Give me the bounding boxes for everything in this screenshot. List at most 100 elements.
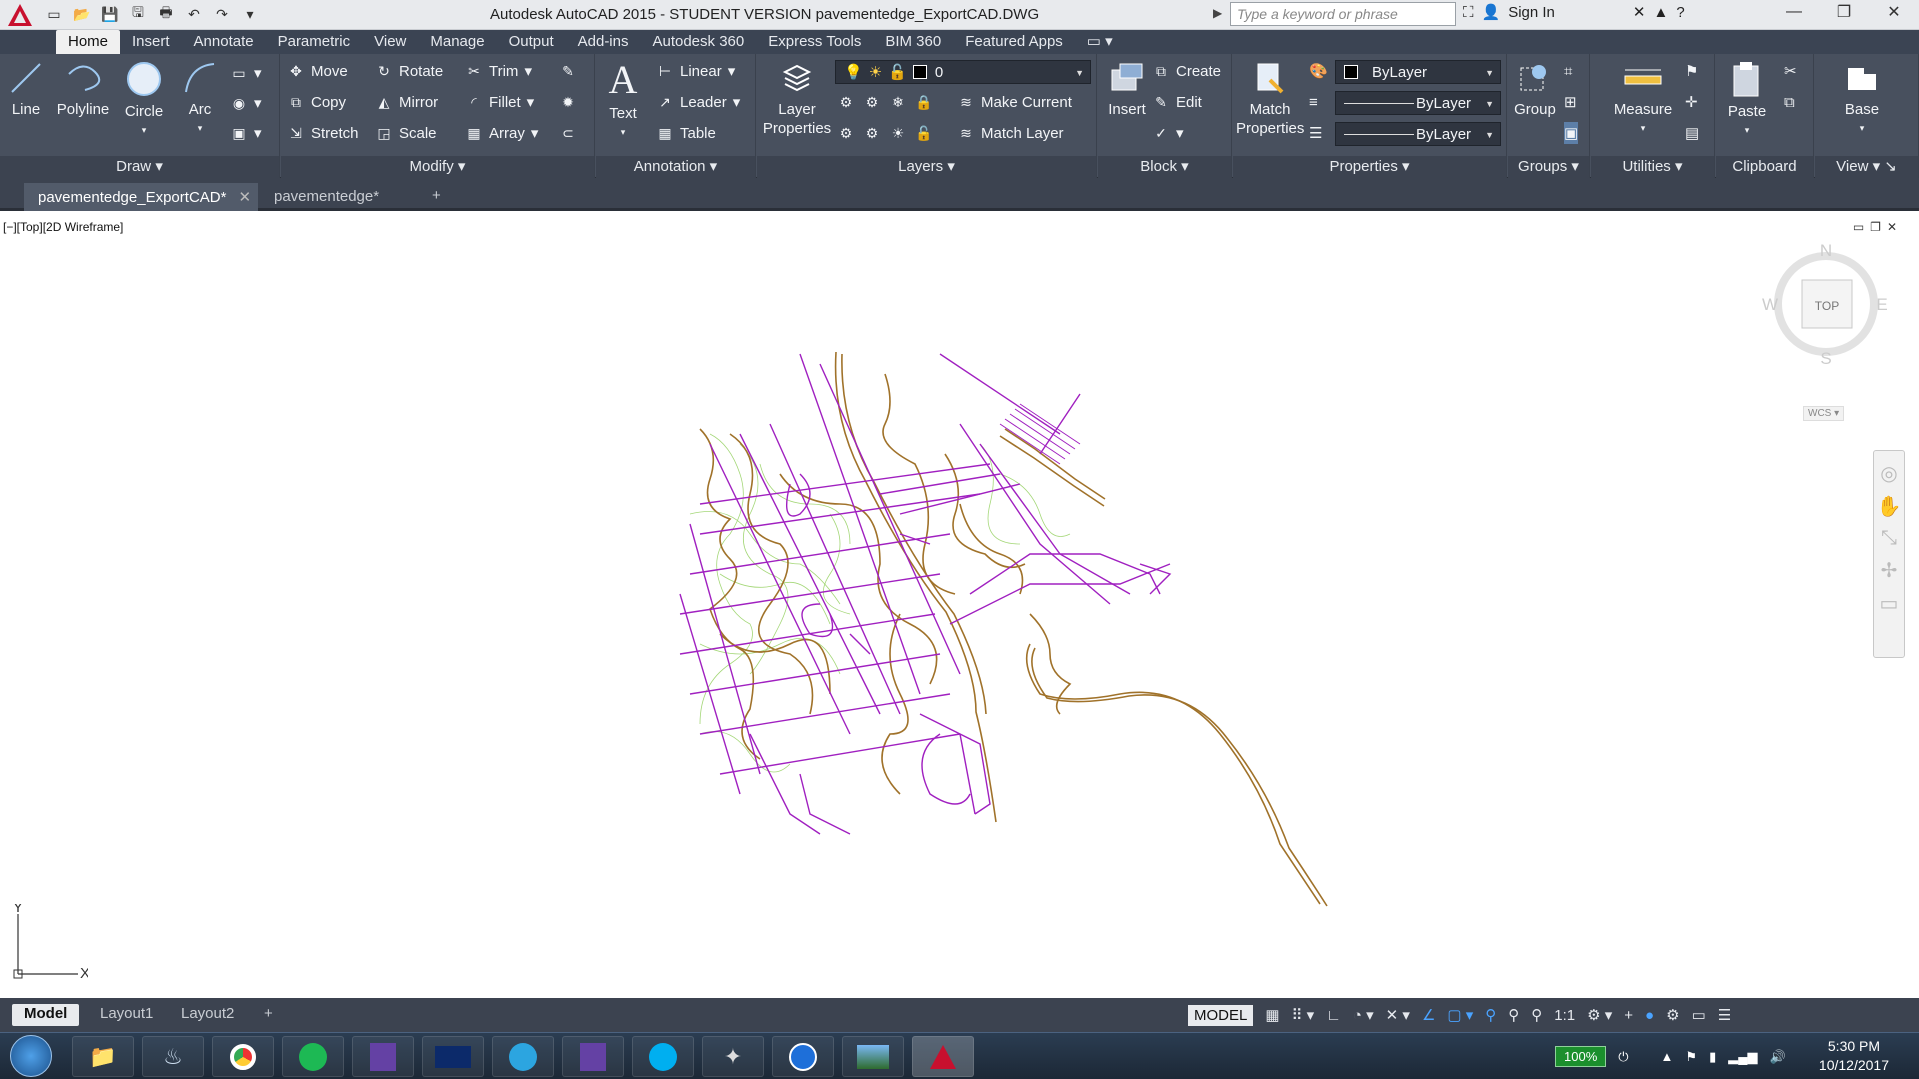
rectangle-button[interactable]: ▭ ▾ (230, 62, 261, 84)
start-button[interactable] (10, 1035, 52, 1077)
tab-output[interactable]: Output (497, 30, 566, 54)
annotation-visibility-icon[interactable]: ⚲ (1485, 1006, 1496, 1024)
leader-button[interactable]: ↗ Leader ▾ (656, 91, 740, 113)
linetype-icon[interactable]: ≡ (1309, 91, 1318, 113)
tab-insert[interactable]: Insert (120, 30, 182, 54)
block-attributes-button[interactable]: ✓ ▾ (1152, 122, 1183, 144)
ungroup-icon[interactable]: ⌗ (1564, 60, 1572, 82)
selection-cycling-icon[interactable]: ▢ ▾ (1447, 1006, 1473, 1024)
table-button[interactable]: ▦ Table (656, 122, 715, 144)
arc-button[interactable]: Arc ▾ (176, 60, 224, 138)
circle-button[interactable]: Circle ▾ (120, 60, 168, 140)
volume-icon[interactable]: 🔊 (1769, 1049, 1785, 1065)
tab-add-ins[interactable]: Add-ins (566, 30, 641, 54)
modify-panel-title[interactable]: Modify ▾ (281, 156, 594, 178)
app-icon[interactable]: ✦ (702, 1036, 764, 1077)
photo-viewer-icon[interactable] (842, 1036, 904, 1077)
tab-home[interactable]: Home (56, 30, 121, 54)
snap-icon[interactable]: ⠿ ▾ (1292, 1006, 1315, 1024)
create-block-button[interactable]: ⧉ Create (1152, 60, 1221, 82)
boundary-button[interactable]: ▣ ▾ (230, 122, 261, 144)
redo-icon[interactable]: ↷ (212, 4, 232, 24)
tab-layout2[interactable]: Layout2 (169, 1004, 246, 1026)
text-button[interactable]: A Text ▾ (604, 60, 642, 142)
layer-freeze-icon[interactable]: ❄ (889, 93, 907, 111)
copy-button[interactable]: ⧉ Copy (287, 91, 346, 113)
system-clock[interactable]: 5:30 PM 10/12/2017 (1819, 1037, 1889, 1075)
action-center-icon[interactable]: ⚑ (1685, 1049, 1697, 1065)
tab-autodesk-360[interactable]: Autodesk 360 (640, 30, 756, 54)
fillet-button[interactable]: ◜ Fillet ▾ (465, 91, 534, 113)
layer-on-icon[interactable]: ⚙ (837, 124, 855, 142)
draw-panel-title[interactable]: Draw ▾ (0, 156, 279, 178)
pan-icon[interactable]: ✋ (1874, 494, 1904, 519)
linetype-dropdown[interactable]: ByLayer ▼ (1335, 91, 1501, 115)
layer-unisolate-icon[interactable]: ⚙ (863, 124, 881, 142)
layers-panel-title[interactable]: Layers ▾ (757, 156, 1096, 178)
autocad-taskbar-icon[interactable] (912, 1036, 974, 1077)
new-layout-icon[interactable]: + (252, 1004, 285, 1026)
copy-clip-icon[interactable]: ⧉ (1784, 91, 1795, 113)
rotate-button[interactable]: ↻ Rotate (375, 60, 443, 82)
minimize-icon[interactable]: — (1769, 0, 1819, 24)
showmotion-icon[interactable]: ▭ (1874, 591, 1904, 616)
ortho-icon[interactable]: ∟ (1326, 1007, 1341, 1024)
chrome-icon[interactable] (212, 1036, 274, 1077)
compass-s[interactable]: S (1820, 349, 1831, 368)
arc-dropdown-icon[interactable]: ▾ (176, 119, 224, 138)
layer-lock-icon[interactable]: 🔒 (915, 93, 933, 111)
twitch-icon[interactable] (352, 1036, 414, 1077)
save-icon[interactable]: 💾 (100, 4, 120, 24)
tab-layout1[interactable]: Layout1 (88, 1004, 165, 1026)
paste-dropdown-icon[interactable]: ▾ (1720, 121, 1774, 140)
steam-icon[interactable]: ♨ (142, 1036, 204, 1077)
qat-dropdown-icon[interactable]: ▾ (240, 4, 260, 24)
skype-icon[interactable] (632, 1036, 694, 1077)
print-icon[interactable]: 🖶 (156, 4, 176, 24)
lineweight-dropdown[interactable]: ByLayer ▼ (1335, 122, 1501, 146)
quick-select-icon[interactable]: ⚑ (1685, 60, 1698, 82)
view-panel-title[interactable]: View ▾ ↘ (1815, 156, 1918, 178)
line-button[interactable]: Line (6, 60, 46, 119)
exchange-icon[interactable]: ✕ (1633, 3, 1646, 21)
trim-button[interactable]: ✂ Trim ▾ (465, 60, 532, 82)
offset-button[interactable]: ⊂ (559, 122, 577, 144)
new-icon[interactable]: ▭ (44, 4, 64, 24)
restore-icon[interactable]: ❐ (1819, 0, 1869, 24)
viewcube[interactable]: TOP N S E W (1750, 244, 1910, 374)
move-button[interactable]: ✥ Move (287, 60, 348, 82)
compass-w[interactable]: W (1762, 295, 1778, 314)
search-input[interactable]: Type a keyword or phrase (1230, 2, 1456, 26)
scale-button[interactable]: ◲ Scale (375, 122, 436, 144)
edit-block-button[interactable]: ✎ Edit (1152, 91, 1202, 113)
measure-button[interactable]: Measure ▾ (1611, 62, 1675, 138)
new-tab-icon[interactable]: + (424, 183, 454, 211)
grid-icon[interactable]: ▦ (1265, 1006, 1279, 1024)
layer-off-icon[interactable]: ⚙ (837, 93, 855, 111)
cut-icon[interactable]: ✂ (1784, 60, 1797, 82)
tab-manage[interactable]: Manage (418, 30, 496, 54)
lineweight-icon[interactable]: ☰ (1309, 122, 1322, 144)
autocad-logo[interactable] (0, 0, 40, 30)
spotify-icon[interactable] (282, 1036, 344, 1077)
hatch-button[interactable]: ◉ ▾ (230, 92, 262, 114)
layer-properties-button[interactable]: Layer Properties (759, 60, 835, 138)
layer-thaw-icon[interactable]: ☀ (889, 124, 907, 142)
layer-isolate-icon[interactable]: ⚙ (863, 93, 881, 111)
group-selection-icon[interactable]: ▣ (1564, 122, 1579, 144)
clean-screen-icon[interactable]: ▭ (1692, 1006, 1706, 1024)
annotation-scale-icon[interactable]: ⚲ (1531, 1006, 1542, 1024)
paste-button[interactable]: Paste ▾ (1720, 60, 1774, 140)
array-button[interactable]: ▦ Array ▾ (465, 122, 538, 144)
annotation-panel-title[interactable]: Annotation ▾ (596, 156, 755, 178)
tab-parametric[interactable]: Parametric (266, 30, 363, 54)
undo-icon[interactable]: ↶ (184, 4, 204, 24)
blizzard-icon[interactable] (422, 1036, 484, 1077)
autodesk-360-icon[interactable]: ▲ (1653, 4, 1668, 21)
model-space-button[interactable]: MODEL (1188, 1004, 1254, 1026)
utilities-panel-title[interactable]: Utilities ▾ (1591, 156, 1714, 178)
open-icon[interactable]: 📂 (72, 4, 92, 24)
dynamic-input-icon[interactable]: ∠ (1422, 1006, 1435, 1024)
orbit-icon[interactable]: ✢ (1874, 558, 1904, 583)
file-explorer-icon[interactable]: 📁 (72, 1036, 134, 1077)
